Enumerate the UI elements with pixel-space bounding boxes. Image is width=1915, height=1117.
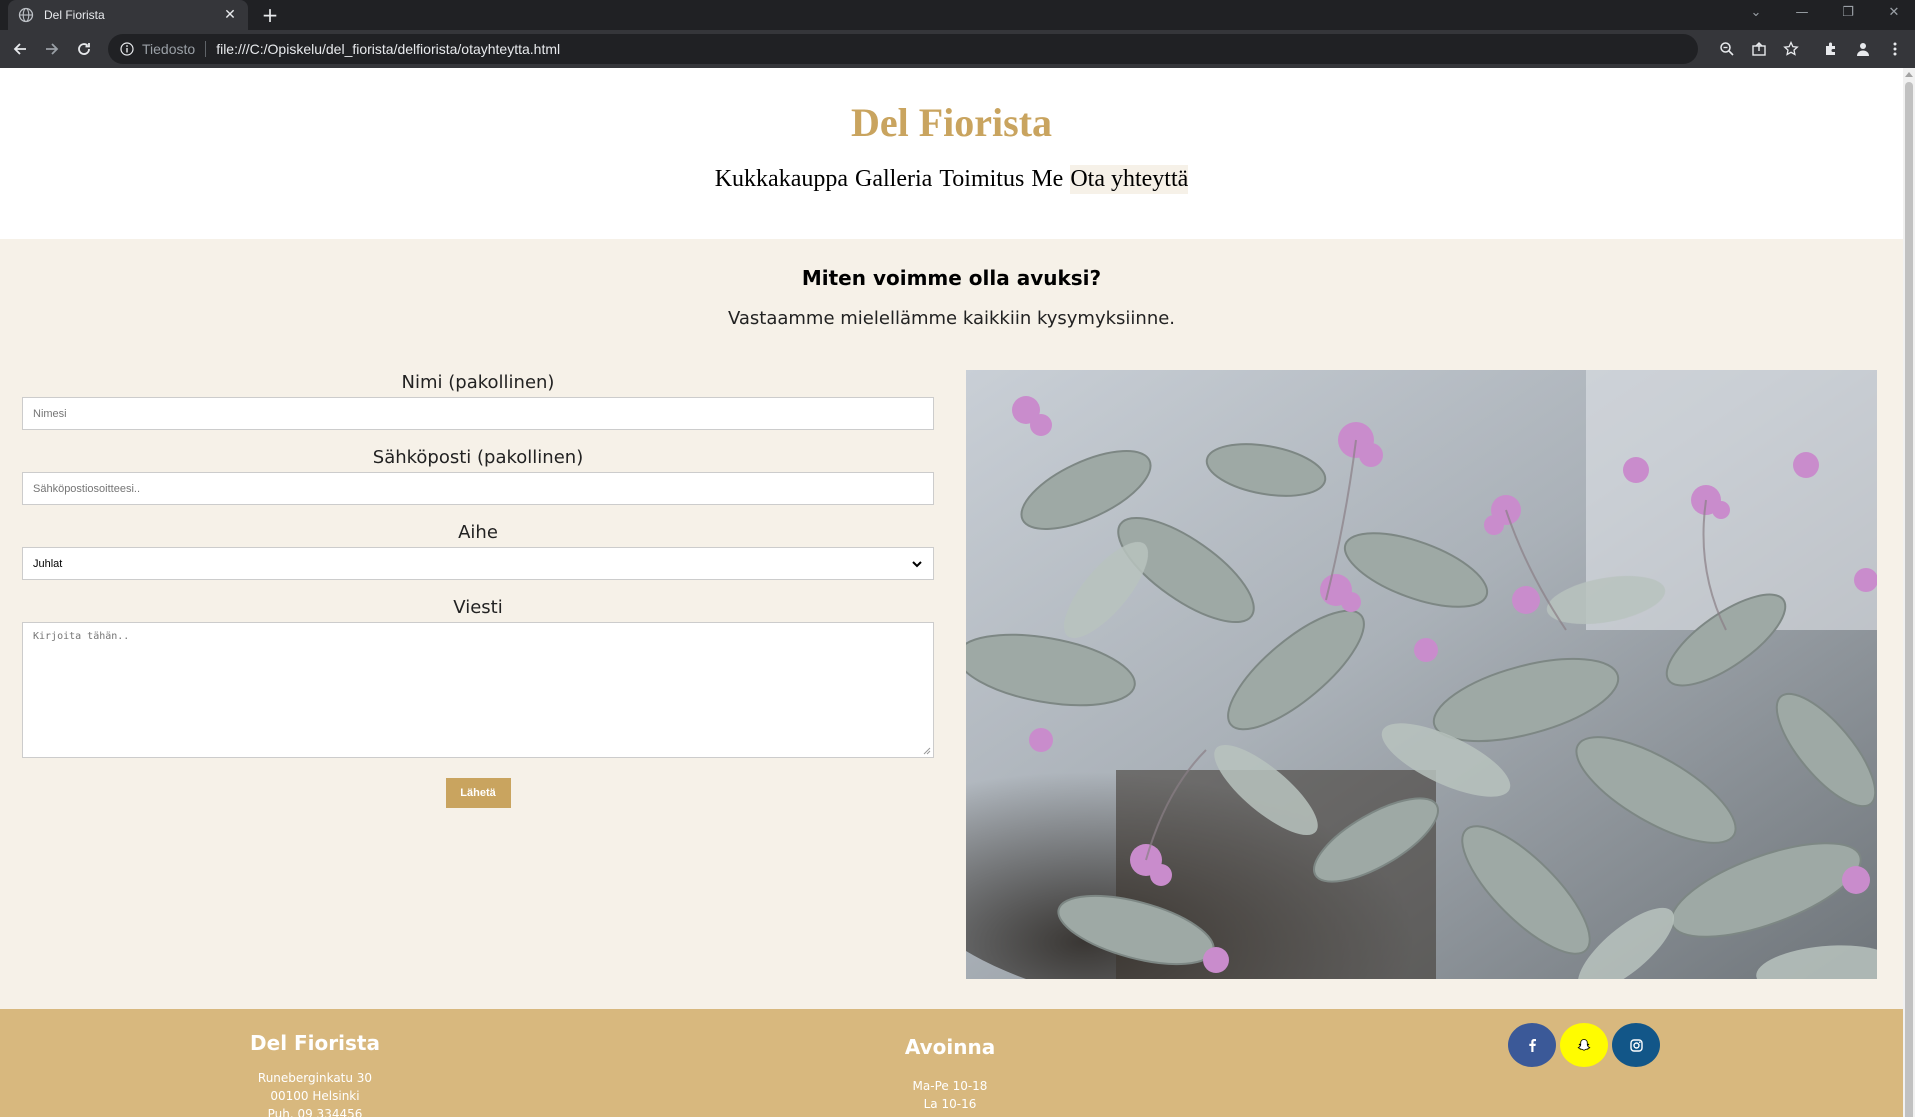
footer-hours-saturday: La 10-16 (923, 1097, 977, 1111)
browser-toolbar: Tiedosto file:///C:/Opiskelu/del_fiorist… (0, 30, 1915, 68)
forward-icon[interactable] (40, 37, 64, 61)
instagram-icon[interactable] (1612, 1023, 1660, 1067)
flowers-photo (966, 370, 1877, 979)
nav-item-kukkakauppa[interactable]: Kukkakauppa (715, 165, 848, 194)
star-icon[interactable] (1781, 39, 1801, 59)
facebook-icon[interactable] (1508, 1023, 1556, 1067)
email-input[interactable]: Sähköpostiosoitteesi.. (22, 472, 934, 505)
address-bar[interactable]: Tiedosto file:///C:/Opiskelu/del_fiorist… (108, 34, 1698, 64)
page-scrollbar[interactable] (1903, 68, 1915, 1117)
nav-item-toimitus[interactable]: Toimitus (939, 165, 1024, 194)
divider (205, 41, 207, 57)
contact-heading: Miten voimme olla avuksi? (801, 266, 1102, 290)
contact-lead: Vastaamme mielellämme kaikkiin kysymyksi… (727, 308, 1176, 329)
message-label: Viesti (453, 597, 503, 618)
info-icon[interactable] (120, 42, 134, 56)
footer-address: Runeberginkatu 30 (257, 1071, 373, 1085)
subject-select[interactable]: Juhlat (22, 547, 934, 580)
email-label: Sähköposti (pakollinen) (372, 447, 584, 468)
share-icon[interactable] (1749, 39, 1769, 59)
name-placeholder: Nimesi (33, 407, 67, 420)
name-label: Nimi (pakollinen) (401, 372, 555, 393)
nav-item-me[interactable]: Me (1031, 165, 1063, 194)
page-viewport: Del Fiorista Kukkakauppa Galleria Toimit… (0, 68, 1903, 1117)
extensions-icon[interactable] (1821, 39, 1841, 59)
submit-button[interactable]: Lähetä (445, 778, 511, 808)
footer-hours-weekdays: Ma-Pe 10-18 (912, 1079, 988, 1093)
chevron-down-icon (912, 560, 922, 567)
close-window-icon[interactable]: ✕ (1871, 0, 1915, 26)
url-text[interactable]: file:///C:/Opiskelu/del_fiorista/delfior… (216, 41, 560, 57)
name-input[interactable]: Nimesi (22, 397, 934, 430)
main-nav: Kukkakauppa Galleria Toimitus Me Ota yht… (0, 165, 1903, 194)
footer-hours: Avoinna Ma-Pe 10-18 La 10-16 (850, 1035, 1050, 1113)
restore-icon[interactable]: ❐ (1825, 0, 1871, 26)
footer-postcode: 00100 Helsinki (270, 1089, 360, 1103)
email-placeholder: Sähköpostiosoitteesi.. (33, 482, 141, 495)
zoom-icon[interactable] (1717, 39, 1737, 59)
resize-grip-icon[interactable] (923, 747, 931, 755)
profile-icon[interactable] (1853, 39, 1873, 59)
site-header: Del Fiorista Kukkakauppa Galleria Toimit… (0, 68, 1903, 239)
snapchat-icon[interactable] (1560, 1023, 1608, 1067)
subject-value: Juhlat (33, 557, 63, 570)
scrollbar-thumb[interactable] (1905, 82, 1913, 1117)
tab-search-icon[interactable]: ⌄ (1733, 0, 1779, 26)
footer-phone: Puh. 09 334456 (267, 1107, 363, 1117)
back-icon[interactable] (8, 37, 32, 61)
message-placeholder: Kirjoita tähän.. (33, 631, 130, 642)
menu-icon[interactable] (1885, 39, 1905, 59)
security-label: Tiedosto (142, 41, 196, 57)
new-tab-button[interactable]: + (258, 3, 282, 27)
browser-tab[interactable]: Del Fiorista ✕ (8, 0, 248, 30)
footer-contact: Del Fiorista Runeberginkatu 30 00100 Hel… (215, 1031, 415, 1117)
tab-close-icon[interactable]: ✕ (222, 7, 238, 23)
site-brand[interactable]: Del Fiorista (0, 68, 1903, 151)
globe-icon (18, 7, 34, 23)
footer-title: Del Fiorista (250, 1031, 380, 1055)
tab-title: Del Fiorista (44, 8, 105, 22)
contact-form: Nimi (pakollinen) Nimesi Sähköposti (pak… (22, 371, 934, 808)
reload-icon[interactable] (72, 37, 96, 61)
site-footer: Del Fiorista Runeberginkatu 30 00100 Hel… (0, 1009, 1903, 1117)
nav-item-ota-yhteytta[interactable]: Ota yhteyttä (1070, 165, 1189, 194)
footer-hours-title: Avoinna (904, 1035, 996, 1059)
scroll-up-icon[interactable] (1905, 72, 1913, 77)
message-textarea[interactable]: Kirjoita tähän.. (22, 622, 934, 758)
nav-item-galleria[interactable]: Galleria (855, 165, 932, 194)
minimize-icon[interactable]: — (1779, 0, 1825, 26)
browser-tabstrip: Del Fiorista ✕ + ⌄ — ❐ ✕ (0, 0, 1915, 30)
subject-label: Aihe (458, 522, 498, 543)
